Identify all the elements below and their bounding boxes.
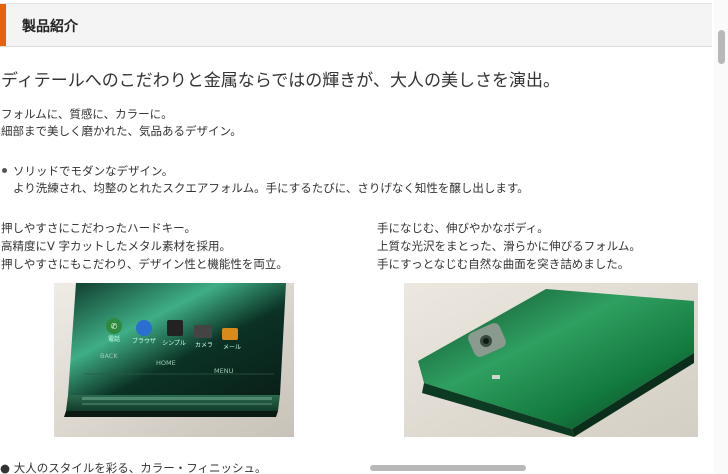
svg-text:ブラウザ: ブラウザ [132,337,156,345]
header-accent-bar [0,4,6,46]
svg-text:電話: 電話 [108,335,120,343]
vertical-scroll-thumb[interactable] [718,30,725,64]
right-line-1: 手になじむ、伸びやかなボディ。 [377,221,549,235]
right-line-2: 上質な光沢をまとった、滑らかに伸びるフォルム。 [377,239,641,253]
phone-back-illustration [404,283,698,437]
section-header: 製品紹介 [0,3,712,47]
intro-line-2: 細部まで美しく磨かれた、気品あるデザイン。 [1,124,242,138]
left-line-1: 押しやすさにこだわったハードキー。 [1,221,197,235]
feature-title: ソリッドでモダンなデザイン。 [1,163,529,180]
svg-text:カメラ: カメラ [195,342,213,349]
feature-block: ソリッドでモダンなデザイン。 より洗練され、均整のとれたスクエアフォルム。手にす… [1,163,529,197]
next-section-peek: ● 大人のスタイルを彩る、カラー・フィニッシュ。 [0,461,267,474]
horizontal-scroll-thumb[interactable] [370,465,526,471]
svg-text:メール: メール [223,344,241,351]
right-line-3: 手にすっとなじむ自然な曲面を突き詰めました。 [377,257,630,271]
feature-description: より洗練され、均整のとれたスクエアフォルム。手にするたびに、さりげなく知性を醸し… [13,181,529,195]
body-description: 手になじむ、伸びやかなボディ。 上質な光沢をまとった、滑らかに伸びるフォルム。 … [377,219,641,273]
phone-keys-photo: ✆ 電話 ブラウザ シンプル カメラ メール BACK HOME MENU [54,283,294,437]
section-title: 製品紹介 [22,19,78,35]
bullet-icon [2,168,7,173]
left-line-2: 高精度にV 字カットしたメタル素材を採用。 [1,239,232,253]
hard-key-description: 押しやすさにこだわったハードキー。 高精度にV 字カットしたメタル素材を採用。 … [1,219,288,273]
svg-text:MENU: MENU [214,367,234,375]
phone-body-photo [404,283,698,437]
intro-line-1: フォルムに、質感に、カラーに。 [1,107,173,121]
intro-text: フォルムに、質感に、カラーに。 細部まで美しく磨かれた、気品あるデザイン。 [1,106,242,140]
left-line-3: 押しやすさにもこだわり、デザイン性と機能性を両立。 [1,257,288,271]
headline: ディテールへのこだわりと金属ならではの輝きが、大人の美しさを演出。 [1,71,560,91]
phone-front-illustration: ✆ 電話 ブラウザ シンプル カメラ メール BACK HOME MENU [54,283,294,437]
svg-text:HOME: HOME [156,359,176,367]
svg-text:BACK: BACK [100,352,118,360]
vertical-scrollbar[interactable] [714,0,728,474]
svg-text:シンプル: シンプル [162,340,186,347]
svg-text:✆: ✆ [111,322,118,331]
